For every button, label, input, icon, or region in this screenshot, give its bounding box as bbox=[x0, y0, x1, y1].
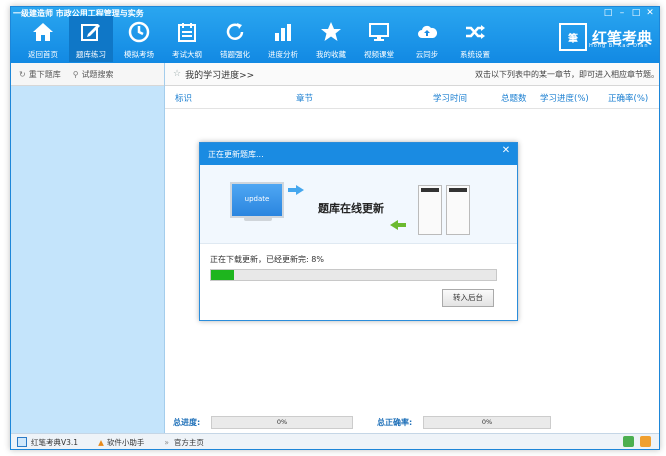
sidebar-actions: ↻ 重下题库 ⚲ 试题搜索 bbox=[11, 63, 164, 86]
table-header: 标识 章节 学习时间 总题数 学习进度(%) 正确率(%) bbox=[165, 86, 659, 109]
dialog-header: 正在更新题库... ✕ bbox=[200, 143, 517, 165]
app-icon bbox=[17, 437, 27, 447]
search-questions-button[interactable]: ⚲ 试题搜索 bbox=[73, 69, 114, 80]
tool-wrong-questions-label: 错题强化 bbox=[220, 50, 250, 59]
tool-home-label: 返回首页 bbox=[28, 50, 58, 59]
tool-settings[interactable]: 系统设置 bbox=[453, 16, 497, 62]
tool-mock-exam[interactable]: 模拟考场 bbox=[117, 16, 161, 62]
update-progress-bar bbox=[210, 269, 497, 281]
clock-icon bbox=[127, 20, 151, 44]
helper-link[interactable]: ▲ 软件小助手 bbox=[98, 437, 144, 448]
arrow-right-icon bbox=[288, 188, 296, 192]
hint-text: 双击以下列表中的某一章节，即可进入相应章节题。 bbox=[475, 69, 659, 79]
col-study-time[interactable]: 学习时间 bbox=[433, 92, 467, 104]
refresh-icon bbox=[223, 20, 247, 44]
arrow-right-head bbox=[296, 185, 304, 195]
brand-mark: 筆 bbox=[559, 23, 587, 51]
monitor-icon: update bbox=[230, 182, 284, 218]
server-icon bbox=[418, 185, 442, 235]
chart-icon[interactable] bbox=[623, 436, 634, 447]
version-item: 红笔考典V3.1 bbox=[17, 437, 78, 448]
settings-icon[interactable] bbox=[640, 436, 651, 447]
homepage-label: 官方主页 bbox=[173, 437, 204, 447]
minimize-button[interactable]: – bbox=[615, 7, 629, 19]
tool-syllabus[interactable]: 考试大纲 bbox=[165, 16, 209, 62]
col-chapter[interactable]: 章节 bbox=[296, 92, 313, 104]
tool-progress-label: 进度分析 bbox=[268, 50, 298, 59]
update-status-text: 正在下载更新，已经更新完: 8% bbox=[210, 255, 324, 264]
reload-bank-button[interactable]: ↻ 重下题库 bbox=[19, 69, 61, 80]
reload-bank-label: 重下题库 bbox=[28, 69, 61, 79]
dialog-close-button[interactable]: ✕ bbox=[499, 145, 513, 157]
shuffle-icon bbox=[463, 20, 487, 44]
update-dialog: 正在更新题库... ✕ update 题库在线更新 正在下载更新，已经更新完: … bbox=[199, 142, 518, 321]
helper-label: 软件小助手 bbox=[106, 437, 145, 447]
tool-cloud-sync[interactable]: 云同步 bbox=[405, 16, 449, 62]
bar-chart-icon bbox=[271, 20, 295, 44]
col-accuracy[interactable]: 正确率(%) bbox=[608, 92, 648, 104]
col-total[interactable]: 总题数 bbox=[501, 92, 527, 104]
tool-question-bank[interactable]: 题库练习 bbox=[69, 16, 113, 62]
home-icon bbox=[31, 20, 55, 44]
tool-video-label: 视频课堂 bbox=[364, 50, 394, 59]
run-in-background-button[interactable]: 转入后台 bbox=[442, 289, 494, 307]
window-controls: □ – □ ✕ bbox=[601, 7, 657, 19]
server-icon bbox=[446, 185, 470, 235]
brand-subtitle: Hong Bi Kao Dian bbox=[589, 43, 649, 49]
tool-settings-label: 系统设置 bbox=[460, 50, 490, 59]
monitor-base bbox=[244, 217, 272, 221]
tool-question-bank-label: 题库练习 bbox=[76, 50, 106, 59]
search-questions-label: 试题搜索 bbox=[81, 69, 114, 79]
toolbar-nav: 返回首页 题库练习 模拟考场 考试大纲 错题强化 进度分析 我的收藏 视频课堂 … bbox=[21, 16, 501, 62]
summary-bar: 总进度: 0% 总正确率: 0% bbox=[165, 413, 659, 431]
search-icon: ⚲ bbox=[72, 69, 79, 79]
tool-home[interactable]: 返回首页 bbox=[21, 16, 65, 62]
tool-wrong-questions[interactable]: 错题强化 bbox=[213, 16, 257, 62]
cloud-icon bbox=[415, 20, 439, 44]
calendar-icon bbox=[175, 20, 199, 44]
total-accuracy-label: 总正确率: bbox=[377, 417, 413, 427]
tool-progress[interactable]: 进度分析 bbox=[261, 16, 305, 62]
close-button[interactable]: ✕ bbox=[643, 7, 657, 19]
status-bar: 红笔考典V3.1 ▲ 软件小助手 » 官方主页 bbox=[11, 433, 659, 449]
breadcrumb: ☆ 我的学习进度>> 双击以下列表中的某一章节，即可进入相应章节题。 bbox=[165, 63, 659, 86]
total-progress-label: 总进度: bbox=[173, 417, 201, 427]
reload-icon: ↻ bbox=[19, 69, 26, 79]
dialog-title: 正在更新题库... bbox=[208, 149, 264, 159]
star-outline-icon: ☆ bbox=[173, 69, 182, 79]
status-icons bbox=[617, 436, 651, 447]
monitor-icon bbox=[367, 20, 391, 44]
helper-icon: ▲ bbox=[98, 437, 104, 447]
tool-favorites[interactable]: 我的收藏 bbox=[309, 16, 353, 62]
tool-cloud-sync-label: 云同步 bbox=[415, 50, 439, 59]
chevron-right-icon: » bbox=[164, 437, 169, 447]
illustration-title: 题库在线更新 bbox=[318, 202, 384, 215]
sidebar: ↻ 重下题库 ⚲ 试题搜索 bbox=[11, 63, 165, 433]
app-window: 一级建造师 市政公用工程管理与实务 返回首页 题库练习 模拟考场 考试大纲 错题… bbox=[10, 6, 660, 450]
star-icon bbox=[319, 20, 343, 44]
update-illustration: update 题库在线更新 bbox=[200, 165, 517, 244]
tool-favorites-label: 我的收藏 bbox=[316, 50, 346, 59]
top-toolbar: 一级建造师 市政公用工程管理与实务 返回首页 题库练习 模拟考场 考试大纲 错题… bbox=[11, 7, 659, 63]
restore-button[interactable]: □ bbox=[601, 7, 615, 19]
arrow-left-icon bbox=[390, 220, 398, 230]
homepage-link[interactable]: » 官方主页 bbox=[164, 437, 204, 448]
col-progress[interactable]: 学习进度(%) bbox=[540, 92, 589, 104]
breadcrumb-text: 我的学习进度>> bbox=[185, 70, 255, 81]
tool-syllabus-label: 考试大纲 bbox=[172, 50, 202, 59]
col-id[interactable]: 标识 bbox=[175, 92, 192, 104]
version-label: 红笔考典V3.1 bbox=[31, 437, 79, 447]
tool-mock-exam-label: 模拟考场 bbox=[124, 50, 154, 59]
total-progress-bar: 0% bbox=[211, 415, 353, 429]
brand-logo: 筆 红笔考典 Hong Bi Kao Dian bbox=[559, 23, 652, 51]
total-accuracy-bar: 0% bbox=[423, 415, 551, 429]
edit-icon bbox=[79, 20, 103, 44]
arrow-left-tail bbox=[398, 223, 406, 227]
tool-video[interactable]: 视频课堂 bbox=[357, 16, 401, 62]
maximize-button[interactable]: □ bbox=[629, 7, 643, 19]
update-progress-fill bbox=[211, 270, 234, 280]
